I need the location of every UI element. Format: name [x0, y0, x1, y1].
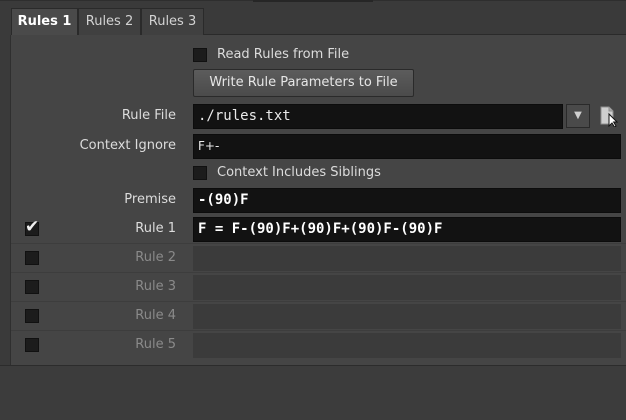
tab-rules-1[interactable]: Rules 1 — [11, 8, 78, 36]
read-rules-checkbox[interactable] — [193, 48, 207, 62]
tab-rules-2[interactable]: Rules 2 — [78, 8, 141, 35]
panel-footer — [0, 365, 626, 420]
context-ignore-input[interactable]: F+- — [193, 134, 621, 159]
rule-5-enable-checkbox[interactable] — [25, 338, 39, 352]
rule-1-label: Rule 1 — [135, 221, 176, 236]
checkmark-icon: ✔ — [25, 217, 40, 237]
rule-4-enable-checkbox[interactable] — [25, 309, 39, 323]
rule-file-label: Rule File — [121, 108, 176, 123]
rule-2-input[interactable] — [193, 246, 621, 271]
rule-4-input[interactable] — [193, 304, 621, 329]
rule-4-label: Rule 4 — [135, 308, 176, 323]
triangle-down-icon[interactable]: ▼ — [566, 104, 590, 128]
context-ignore-label: Context Ignore — [79, 138, 176, 153]
read-rules-label: Read Rules from File — [217, 47, 350, 62]
rule-1-input[interactable]: F = F-(90)F+(90)F+(90)F-(90)F — [193, 217, 621, 242]
premise-input[interactable]: -(90)F — [193, 188, 621, 213]
rule-2-enable-checkbox[interactable] — [25, 251, 39, 265]
premise-label: Premise — [124, 192, 176, 207]
tab-rules-3[interactable]: Rules 3 — [141, 8, 204, 35]
row-divider — [11, 272, 626, 273]
file-browse-icon[interactable] — [598, 105, 620, 127]
rule-3-label: Rule 3 — [135, 279, 176, 294]
rule-5-input[interactable] — [193, 333, 621, 358]
row-divider — [11, 330, 626, 331]
row-divider — [11, 243, 626, 244]
context-siblings-checkbox[interactable] — [193, 166, 207, 180]
rule-2-label: Rule 2 — [135, 250, 176, 265]
write-rule-parameters-button[interactable]: Write Rule Parameters to File — [193, 69, 414, 97]
rule-3-enable-checkbox[interactable] — [25, 280, 39, 294]
row-divider — [11, 301, 626, 302]
top-border-accent — [253, 0, 373, 2]
rule-3-input[interactable] — [193, 275, 621, 300]
rule-1-enable-checkbox[interactable]: ✔ — [25, 218, 39, 236]
context-siblings-label: Context Includes Siblings — [217, 165, 381, 180]
rule-5-label: Rule 5 — [135, 337, 176, 352]
rule-file-input[interactable]: ./rules.txt — [193, 104, 563, 129]
